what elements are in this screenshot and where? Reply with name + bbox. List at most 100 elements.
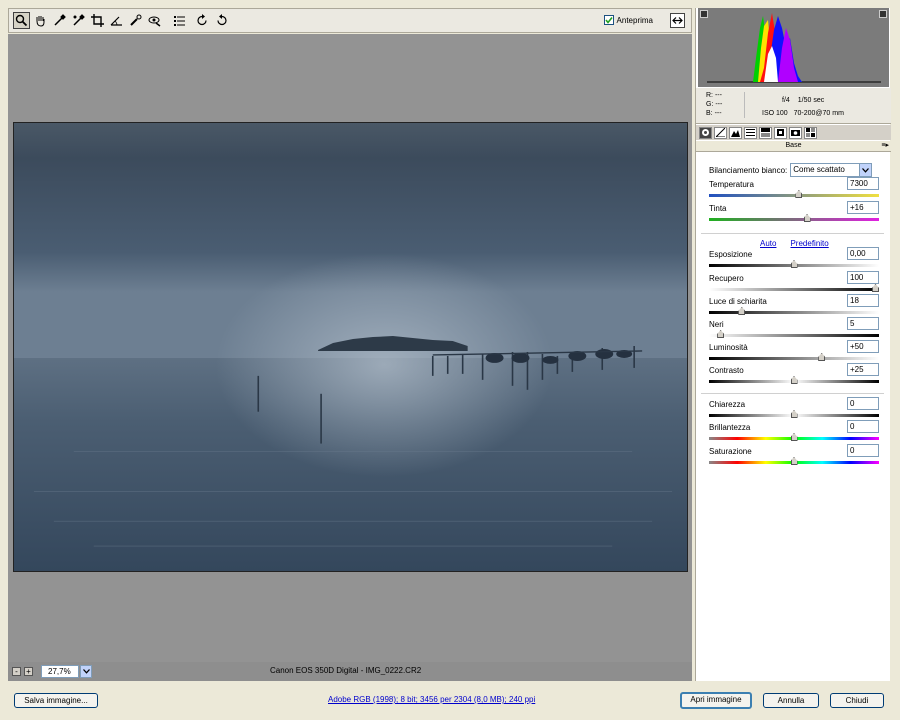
zoom-in-button[interactable]: +: [24, 667, 33, 676]
open-image-button[interactable]: Apri immagine: [680, 692, 752, 709]
slider-thumb[interactable]: [790, 410, 798, 418]
hand-icon: [36, 16, 45, 27]
slider-thumb[interactable]: [795, 190, 803, 198]
slider-value-field[interactable]: +50: [847, 340, 879, 353]
preview-toggle[interactable]: Anteprima: [603, 15, 653, 25]
iso-value: ISO 100: [762, 110, 788, 117]
highlight-clipping-button[interactable]: [879, 10, 887, 18]
aperture-value: f/4: [782, 97, 790, 104]
b-label: B:: [706, 110, 713, 117]
slider-thumb[interactable]: [790, 433, 798, 441]
slider-track[interactable]: [709, 288, 879, 291]
slider-value-field[interactable]: 100: [847, 271, 879, 284]
cancel-button[interactable]: Annulla: [763, 693, 819, 708]
panel-menu-icon[interactable]: ≡▸: [881, 141, 889, 151]
retouch-icon: [130, 14, 142, 26]
slider-thumb[interactable]: [790, 457, 798, 465]
slider-track[interactable]: [709, 218, 879, 221]
crop-icon: [91, 14, 104, 27]
slider-label: Temperatura: [709, 180, 754, 189]
separator-2: [701, 393, 884, 394]
section-header: Base ≡▸: [696, 141, 891, 152]
lines-icon: [746, 129, 755, 136]
slider-thumb[interactable]: [818, 353, 826, 361]
r-label: R:: [706, 92, 713, 99]
slider-label: Brillantezza: [709, 423, 751, 432]
workflow-options-link[interactable]: Adobe RGB (1998); 8 bit; 3456 per 2304 (…: [328, 695, 535, 704]
shadow-clipping-button[interactable]: [700, 10, 708, 18]
b-value: ---: [714, 110, 722, 117]
slider-track[interactable]: [709, 311, 879, 314]
straighten-tool[interactable]: [108, 12, 125, 29]
slider-thumb[interactable]: [738, 307, 746, 315]
zoom-icon: [15, 14, 28, 27]
color-sampler-tool[interactable]: [70, 12, 87, 29]
slider-track[interactable]: [709, 194, 879, 197]
close-button[interactable]: Chiudi: [830, 693, 884, 708]
tone-curve-icon: [716, 128, 725, 137]
slider-value-field[interactable]: 18: [847, 294, 879, 307]
chevron-down-icon: [82, 669, 90, 674]
preview-checkbox[interactable]: [603, 15, 614, 25]
default-link[interactable]: Predefinito: [790, 239, 828, 248]
slider-value-field[interactable]: +25: [847, 363, 879, 376]
zoom-tool[interactable]: [13, 12, 30, 29]
info-divider: [744, 92, 745, 118]
rotate-left-tool[interactable]: [194, 12, 211, 29]
slider-label: Luminosità: [709, 343, 748, 352]
slider-brillantezza: Brillantezza 0: [709, 420, 879, 445]
white-balance-dropdown-arrow[interactable]: [859, 164, 872, 176]
slider-value-field[interactable]: 0: [847, 444, 879, 457]
white-balance-icon: [54, 14, 66, 26]
white-balance-select[interactable]: Come scattato: [790, 163, 873, 177]
tab-hsl[interactable]: [744, 126, 757, 139]
tab-detail[interactable]: [729, 126, 742, 139]
slider-value-field[interactable]: 0: [847, 397, 879, 410]
save-image-button[interactable]: Salva immagine...: [14, 693, 98, 708]
slider-track[interactable]: [709, 334, 879, 337]
photo-preview[interactable]: [13, 122, 688, 572]
slider-thumb[interactable]: [872, 284, 879, 292]
crop-tool[interactable]: [89, 12, 106, 29]
slider-thumb[interactable]: [803, 214, 811, 222]
rgb-readout: R: --- G: --- B: ---: [706, 91, 722, 118]
zoom-out-button[interactable]: -: [12, 667, 21, 676]
tab-split-toning[interactable]: [759, 126, 772, 139]
slider-label: Neri: [709, 320, 724, 329]
camera-icon: [791, 130, 800, 136]
preview-canvas[interactable]: [8, 34, 692, 662]
white-balance-tool[interactable]: [51, 12, 68, 29]
tab-tone-curve[interactable]: [714, 126, 727, 139]
separator-1: [701, 233, 884, 234]
red-eye-tool[interactable]: [146, 12, 163, 29]
hand-tool[interactable]: [32, 12, 49, 29]
image-info: R: --- G: --- B: --- f/4 1/50 sec ISO 10…: [696, 88, 891, 124]
slider-value-field[interactable]: 0: [847, 420, 879, 433]
slider-thumb[interactable]: [717, 330, 725, 338]
slider-thumb[interactable]: [790, 260, 798, 268]
zoom-dropdown-button[interactable]: [80, 665, 92, 678]
slider-recupero: Recupero 100: [709, 271, 879, 296]
tab-presets[interactable]: [804, 126, 817, 139]
slider-value-field[interactable]: +16: [847, 201, 879, 214]
tab-lens[interactable]: [774, 126, 787, 139]
slider-temperatura: Temperatura 7300: [709, 177, 879, 202]
slider-value-field[interactable]: 5: [847, 317, 879, 330]
rotate-right-tool[interactable]: [213, 12, 230, 29]
preferences-tool[interactable]: [171, 12, 188, 29]
slider-track[interactable]: [709, 357, 879, 360]
retouch-tool[interactable]: [127, 12, 144, 29]
histogram-graph: [707, 13, 881, 83]
slider-value-field[interactable]: 0,00: [847, 247, 879, 260]
lagoon-photo: [14, 123, 687, 571]
preview-label: Anteprima: [616, 15, 653, 25]
tab-basic[interactable]: [699, 126, 712, 139]
slider-value-field[interactable]: 7300: [847, 177, 879, 190]
lens-value: 70-200@70 mm: [793, 110, 844, 117]
fullscreen-button[interactable]: [670, 13, 685, 28]
tab-camera-calibration[interactable]: [789, 126, 802, 139]
slider-thumb[interactable]: [790, 376, 798, 384]
zoom-level-field[interactable]: 27,7%: [41, 665, 79, 678]
auto-link[interactable]: Auto: [760, 239, 776, 248]
r-value: ---: [714, 92, 722, 99]
